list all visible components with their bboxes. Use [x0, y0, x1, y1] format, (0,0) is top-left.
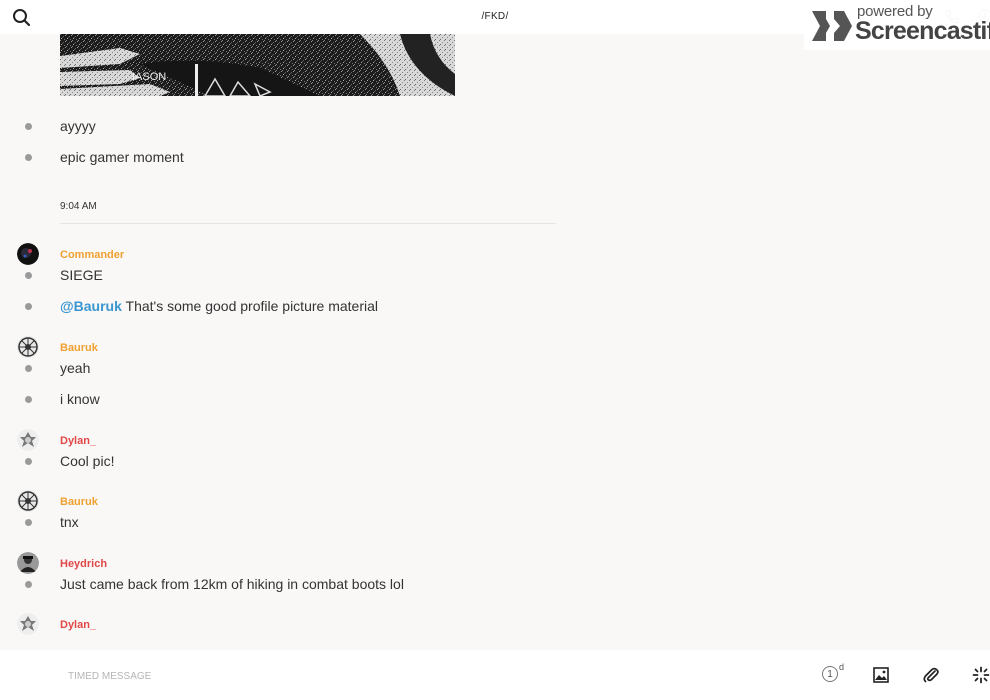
image-icon[interactable] — [873, 667, 889, 683]
mention-link[interactable]: @Bauruk — [60, 298, 122, 314]
timer-button[interactable]: 1 d — [822, 662, 848, 686]
avatar-dylan[interactable] — [17, 429, 39, 451]
author-name[interactable]: Bauruk — [60, 496, 98, 508]
message-text: SIEGE — [60, 267, 103, 283]
message-input[interactable] — [66, 664, 670, 688]
author-name[interactable]: Commander — [60, 249, 124, 261]
watermark-brand: Screencastify — [855, 17, 990, 45]
screencastify-logo-icon — [808, 7, 854, 45]
message-text: yeah — [60, 360, 91, 376]
paperclip-icon[interactable] — [922, 666, 940, 684]
image-caption-fragment: IASON — [132, 71, 166, 83]
time-separator: 9:04 AM — [60, 201, 97, 212]
message-text: Cool pic! — [60, 453, 115, 469]
message-text: epic gamer moment — [60, 149, 184, 165]
separator-line — [60, 223, 556, 224]
message-text-rest: That's some good profile picture materia… — [121, 298, 378, 314]
avatar-heydrich[interactable] — [17, 552, 39, 574]
message-dot — [25, 519, 32, 526]
message-dot — [25, 272, 32, 279]
message-dot — [25, 303, 32, 310]
message-text: Just came back from 12km of hiking in co… — [60, 576, 404, 592]
message-dot — [25, 396, 32, 403]
avatar-commander[interactable] — [17, 243, 39, 265]
message-text: ayyyy — [60, 118, 96, 134]
message-dot — [25, 154, 32, 161]
message-text: i know — [60, 391, 100, 407]
message-dot — [25, 458, 32, 465]
shared-image[interactable]: IASON — [60, 34, 455, 96]
screencastify-watermark: powered by Screencastify — [804, 0, 990, 50]
message-dot — [25, 123, 32, 130]
author-name[interactable]: Dylan_ — [60, 619, 96, 631]
timer-unit: d — [839, 662, 845, 672]
partial-message — [59, 642, 86, 656]
message-text: tnx — [60, 514, 79, 530]
avatar-bauruk[interactable] — [17, 490, 39, 512]
author-name[interactable]: Bauruk — [60, 342, 98, 354]
message-dot — [25, 581, 32, 588]
avatar-bauruk[interactable] — [17, 336, 39, 358]
avatar-dylan[interactable] — [17, 613, 39, 635]
timer-value: 1 — [822, 666, 838, 682]
author-name[interactable]: Dylan_ — [60, 435, 96, 447]
message-dot — [25, 365, 32, 372]
author-name[interactable]: Heydrich — [60, 558, 107, 570]
message-text: @Bauruk That's some good profile picture… — [60, 298, 378, 314]
sparkle-icon[interactable] — [972, 666, 990, 684]
